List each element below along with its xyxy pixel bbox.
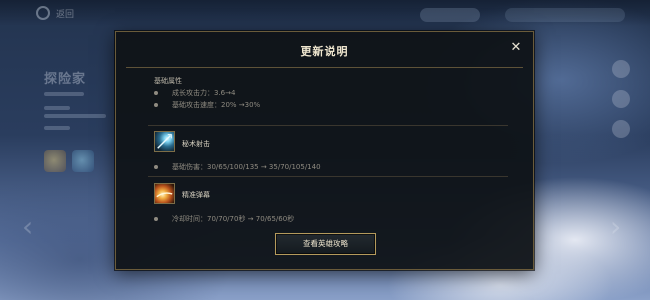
title-divider xyxy=(126,67,523,68)
background-right-arrow-icon: › xyxy=(610,210,622,243)
background-stat-line xyxy=(44,106,70,110)
bullet-icon xyxy=(154,91,158,95)
background-stat-line xyxy=(44,114,106,118)
base-stats-label: 基础属性 xyxy=(154,77,182,85)
ability-change-text: 基础伤害：30/65/100/135 → 35/70/105/140 xyxy=(172,163,321,171)
dialog-title: 更新说明 xyxy=(300,45,349,58)
base-stats-item-text: 成长攻击力：3.6→4 xyxy=(172,89,236,97)
ability-change-text: 冷却时间：70/70/70秒 → 70/65/60秒 xyxy=(172,215,295,223)
base-stats-item: 基础攻击速度：20% →30% xyxy=(154,100,260,110)
close-button[interactable]: ✕ xyxy=(509,41,523,55)
background-hero-subtitle xyxy=(44,92,84,96)
base-stats-item: 成长攻击力：3.6→4 xyxy=(154,88,235,98)
background-ability-icon xyxy=(72,150,94,172)
back-icon xyxy=(36,6,50,20)
background-ability-icon xyxy=(44,150,66,172)
bullet-icon xyxy=(154,103,158,107)
ability-name: 秘术射击 xyxy=(182,140,210,148)
background-left-arrow-icon: ‹ xyxy=(22,210,34,243)
background-resource-pill xyxy=(505,8,625,22)
background-side-icon xyxy=(612,60,630,78)
mystic-shot-icon xyxy=(154,131,175,152)
background-side-icons xyxy=(612,60,630,150)
bullet-icon xyxy=(154,165,158,169)
section-divider xyxy=(148,125,508,126)
trueshot-barrage-icon xyxy=(154,183,175,204)
ability-change-item: 基础伤害：30/65/100/135 → 35/70/105/140 xyxy=(154,162,321,172)
update-notes-dialog: 更新说明 ✕ 基础属性 成长攻击力：3.6→4 基础攻击速度：20% →30% … xyxy=(115,31,534,270)
bullet-icon xyxy=(154,217,158,221)
background-side-icon xyxy=(612,90,630,108)
background-hero-name: 探险家 xyxy=(44,72,87,87)
background-currency-pill xyxy=(420,8,480,22)
background-stat-line xyxy=(44,126,70,130)
base-stats-item-text: 基础攻击速度：20% →30% xyxy=(172,101,261,109)
view-hero-guide-button[interactable]: 查看英雄攻略 xyxy=(275,233,376,255)
back-label: 返回 xyxy=(56,10,75,20)
ability-name: 精准弹幕 xyxy=(182,191,210,199)
section-divider xyxy=(148,176,508,177)
background-side-icon xyxy=(612,120,630,138)
ability-change-item: 冷却时间：70/70/70秒 → 70/65/60秒 xyxy=(154,214,294,224)
